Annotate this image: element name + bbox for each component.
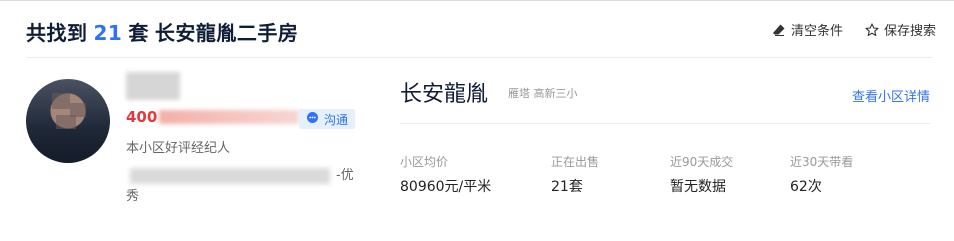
avatar-mosaic <box>52 93 70 109</box>
stat-value: 暂无数据 <box>670 179 726 195</box>
chat-label: 沟通 <box>324 112 349 127</box>
agent-phone-number: 400 <box>126 108 158 126</box>
save-search-label: 保存搜索 <box>883 24 936 39</box>
stat-label: 正在出售 <box>551 155 600 169</box>
title-unit: 套 <box>128 21 149 45</box>
stat-value: 80960元/平米 <box>400 179 492 195</box>
stat-label: 小区均价 <box>400 155 449 169</box>
agent-name-redacted <box>126 72 180 100</box>
agent-phone[interactable]: 400 <box>126 108 300 126</box>
stat-avg-price: 小区均价 80960元/平米 <box>400 153 491 196</box>
community-name[interactable]: 长安龍胤 <box>400 76 488 108</box>
top-border <box>0 0 954 1</box>
header-actions: 清空条件 保存搜索 <box>772 20 936 39</box>
clear-filters-button[interactable]: 清空条件 <box>772 20 843 39</box>
stat-label: 近30天带看 <box>790 155 854 169</box>
title-prefix: 共找到 <box>26 21 88 45</box>
stat-value: 62次 <box>790 179 822 195</box>
community-detail-link[interactable]: 查看小区详情 <box>852 86 930 105</box>
avatar-mosaic <box>56 115 76 129</box>
agent-description: 本小区好评经纪人 <box>126 141 231 156</box>
stat-label: 近90天成交 <box>670 155 734 169</box>
agent-badge-tail: -优 <box>336 168 354 183</box>
title-community: 长安龍胤二手房 <box>154 21 299 45</box>
stat-90day-deals: 近90天成交 暂无数据 <box>670 153 733 196</box>
agent-phone-redacted <box>159 110 300 124</box>
header-divider <box>26 57 932 58</box>
chat-button[interactable]: 沟通 <box>299 109 356 129</box>
agent-avatar[interactable] <box>26 79 110 163</box>
star-icon <box>865 22 879 37</box>
community-area: 雁塔 高新三小 <box>508 87 578 100</box>
clear-filters-label: 清空条件 <box>790 24 843 39</box>
result-count: 21 <box>93 21 123 45</box>
save-search-button[interactable]: 保存搜索 <box>865 20 936 39</box>
page-title: 共找到 21 套长安龍胤二手房 <box>26 17 298 46</box>
stat-value: 21套 <box>551 179 583 195</box>
chat-icon <box>306 111 319 127</box>
community-divider <box>400 123 930 124</box>
eraser-icon <box>772 23 786 37</box>
agent-badge-tail-line2: 秀 <box>126 189 140 204</box>
stat-on-sale: 正在出售 21套 <box>551 153 599 196</box>
agent-badge-redacted <box>130 168 330 184</box>
agent-badge: -优 秀 <box>126 165 362 207</box>
stat-30day-visits: 近30天带看 62次 <box>790 153 853 196</box>
